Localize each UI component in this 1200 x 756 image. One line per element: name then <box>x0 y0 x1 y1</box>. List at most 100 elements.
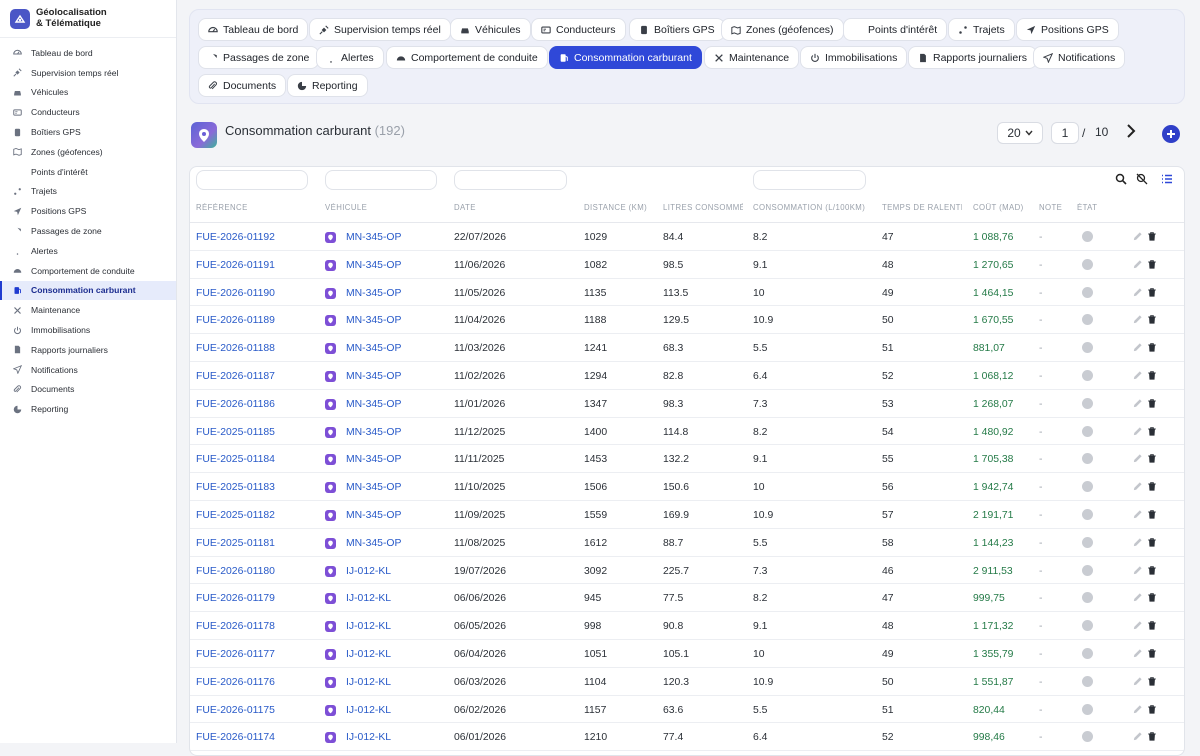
list-view-icon[interactable] <box>1161 173 1173 185</box>
sidebar-item-conducteurs[interactable]: Conducteurs <box>0 102 176 122</box>
sidebar-item-comportement-de-conduite[interactable]: Comportement de conduite <box>0 261 176 281</box>
vehicle-link[interactable]: IJ-012-KL <box>325 676 391 688</box>
sidebar-item-tableau-de-bord[interactable]: Tableau de bord <box>0 43 176 63</box>
table-row[interactable]: FUE-2025-01181 MN-345-OP 11/08/2025 1612 88.… <box>190 529 1184 557</box>
sidebar-item-trajets[interactable]: Trajets <box>0 182 176 202</box>
vehicle-link[interactable]: MN-345-OP <box>325 259 401 271</box>
filter-date-input[interactable] <box>454 170 567 190</box>
reference-link[interactable]: FUE-2026-01176 <box>196 677 275 688</box>
reference-link[interactable]: FUE-2026-01175 <box>196 705 275 716</box>
sidebar-item-points-d-interet[interactable]: Points d'intérêt <box>0 162 176 182</box>
col-note[interactable]: NOTE <box>1039 203 1075 212</box>
vehicle-link[interactable]: IJ-012-KL <box>325 649 391 660</box>
reference-link[interactable]: FUE-2026-01179 <box>196 593 275 604</box>
vehicle-link[interactable]: MN-345-OP <box>325 510 401 521</box>
edit-icon[interactable] <box>1132 592 1143 603</box>
sidebar-item-boitiers-gps[interactable]: Boîtiers GPS <box>0 122 176 142</box>
trash-icon[interactable] <box>1147 565 1157 576</box>
vehicle-link[interactable]: MN-345-OP <box>325 371 401 382</box>
current-page-input[interactable]: 1 <box>1051 122 1079 144</box>
col-date[interactable]: DATE <box>454 203 574 212</box>
table-row[interactable]: FUE-2025-01185 MN-345-OP 11/12/2025 1400 114… <box>190 418 1184 446</box>
vehicle-link[interactable]: MN-345-OP <box>325 287 401 299</box>
vehicle-link[interactable]: IJ-012-KL <box>325 565 391 577</box>
search-icon[interactable] <box>1115 173 1127 185</box>
edit-icon[interactable] <box>1132 648 1143 659</box>
sidebar-item-zones-geofences[interactable]: Zones (géofences) <box>0 142 176 162</box>
filter-reference-input[interactable] <box>196 170 308 190</box>
edit-icon[interactable] <box>1132 453 1143 464</box>
tab-conducteurs[interactable]: Conducteurs <box>531 18 626 41</box>
tab-zones-geofences[interactable]: Zones (géofences) <box>721 18 844 41</box>
edit-icon[interactable] <box>1132 481 1143 492</box>
sidebar-item-maintenance[interactable]: Maintenance <box>0 300 176 320</box>
edit-icon[interactable] <box>1132 426 1143 437</box>
tab-notifications[interactable]: Notifications <box>1033 46 1126 69</box>
table-row[interactable]: FUE-2025-01184 MN-345-OP 11/11/2025 1453 132… <box>190 445 1184 474</box>
reference-link[interactable]: FUE-2025-01181 <box>196 538 275 549</box>
table-row[interactable]: FUE-2026-01175 IJ-012-KL 06/02/2026 1157 63.… <box>190 696 1184 724</box>
clear-search-icon[interactable] <box>1136 173 1148 185</box>
trash-icon[interactable] <box>1147 537 1157 548</box>
table-row[interactable]: FUE-2026-01192 MN-345-OP 22/07/2026 1029 84.… <box>190 223 1184 251</box>
reference-link[interactable]: FUE-2026-01191 <box>196 260 275 271</box>
col-distance[interactable]: DISTANCE (KM) <box>584 203 656 212</box>
trash-icon[interactable] <box>1147 259 1157 270</box>
table-row[interactable]: FUE-2026-01179 IJ-012-KL 06/06/2026 945 77.5… <box>190 584 1184 613</box>
filter-vehicule-input[interactable] <box>325 170 437 190</box>
trash-icon[interactable] <box>1147 731 1157 742</box>
reference-link[interactable]: FUE-2025-01184 <box>196 454 275 465</box>
reference-link[interactable]: FUE-2026-01187 <box>196 371 275 382</box>
edit-icon[interactable] <box>1132 370 1143 381</box>
filter-consommation-input[interactable] <box>753 170 866 190</box>
reference-link[interactable]: FUE-2026-01186 <box>196 399 275 410</box>
vehicle-link[interactable]: IJ-012-KL <box>325 732 391 744</box>
table-row[interactable]: FUE-2026-01188 MN-345-OP 11/03/2026 1241 68.… <box>190 334 1184 362</box>
sidebar-item-rapports-journaliers[interactable]: Rapports journaliers <box>0 340 176 360</box>
trash-icon[interactable] <box>1147 676 1157 687</box>
col-reference[interactable]: RÉFÉRENCE <box>196 203 316 212</box>
edit-icon[interactable] <box>1132 398 1143 409</box>
trash-icon[interactable] <box>1147 426 1157 437</box>
table-row[interactable]: FUE-2026-01180 IJ-012-KL 19/07/2026 3092 225… <box>190 557 1184 585</box>
trash-icon[interactable] <box>1147 287 1157 298</box>
edit-icon[interactable] <box>1132 565 1143 576</box>
vehicle-link[interactable]: MN-345-OP <box>325 454 401 466</box>
tab-maintenance[interactable]: Maintenance <box>704 46 800 69</box>
vehicle-link[interactable]: IJ-012-KL <box>325 593 391 605</box>
per-page-select[interactable]: 20 <box>997 122 1043 144</box>
tab-documents[interactable]: Documents <box>198 74 287 97</box>
tab-rapports-journaliers[interactable]: Rapports journaliers <box>908 46 1037 69</box>
table-row[interactable]: FUE-2026-01189 MN-345-OP 11/04/2026 1188 129… <box>190 306 1184 335</box>
reference-link[interactable]: FUE-2026-01188 <box>196 343 275 354</box>
table-row[interactable]: FUE-2026-01178 IJ-012-KL 06/05/2026 998 90.8… <box>190 612 1184 640</box>
tab-points-d-interet[interactable]: Points d'intérêt <box>843 18 948 41</box>
tab-comportement-de-conduite[interactable]: Comportement de conduite <box>386 46 548 69</box>
tab-tableau-de-bord[interactable]: Tableau de bord <box>198 18 309 41</box>
tab-boitiers-gps[interactable]: Boîtiers GPS <box>629 18 725 41</box>
tab-positions-gps[interactable]: Positions GPS <box>1016 18 1119 41</box>
trash-icon[interactable] <box>1147 342 1157 353</box>
reference-link[interactable]: FUE-2025-01183 <box>196 482 275 493</box>
vehicle-link[interactable]: MN-345-OP <box>325 537 401 549</box>
sidebar-item-vehicules[interactable]: Véhicules <box>0 83 176 103</box>
sidebar-item-immobilisations[interactable]: Immobilisations <box>0 320 176 340</box>
table-row[interactable]: FUE-2026-01187 MN-345-OP 11/02/2026 1294 82.… <box>190 362 1184 390</box>
add-button[interactable] <box>1162 125 1180 143</box>
col-vehicule[interactable]: VÉHICULE <box>325 203 445 212</box>
tab-alertes[interactable]: Alertes <box>316 46 384 69</box>
edit-icon[interactable] <box>1132 259 1143 270</box>
reference-link[interactable]: FUE-2025-01182 <box>196 510 275 521</box>
edit-icon[interactable] <box>1132 676 1143 687</box>
tab-vehicules[interactable]: Véhicules <box>450 18 531 41</box>
reference-link[interactable]: FUE-2026-01192 <box>196 232 275 243</box>
sidebar-item-reporting[interactable]: Reporting <box>0 399 176 419</box>
tab-trajets[interactable]: Trajets <box>948 18 1015 41</box>
edit-icon[interactable] <box>1132 509 1143 520</box>
edit-icon[interactable] <box>1132 731 1143 742</box>
col-consommation[interactable]: CONSOMMATION (L/100KM) <box>753 203 875 212</box>
reference-link[interactable]: FUE-2026-01189 <box>196 315 275 326</box>
trash-icon[interactable] <box>1147 314 1157 325</box>
table-row[interactable]: FUE-2026-01191 MN-345-OP 11/06/2026 1082 98.… <box>190 251 1184 279</box>
sidebar-item-positions-gps[interactable]: Positions GPS <box>0 201 176 221</box>
